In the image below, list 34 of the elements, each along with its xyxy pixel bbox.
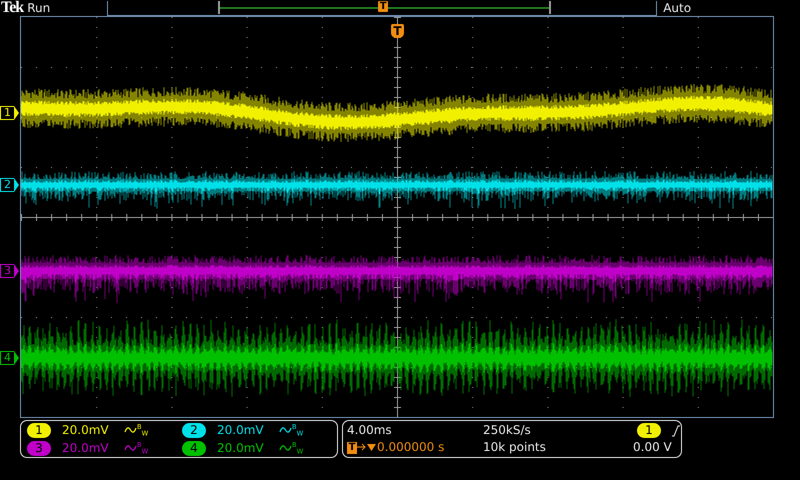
- brand-logo: Tek: [1, 0, 24, 16]
- channel-badge[interactable]: 1: [27, 422, 51, 438]
- marker-tip-icon: [14, 106, 20, 120]
- trigger-source-badge[interactable]: 1: [637, 423, 661, 438]
- sample-rate: 250kS/s: [483, 422, 532, 439]
- arrow-right-icon: [357, 443, 367, 451]
- channel-badge[interactable]: 2: [182, 422, 206, 438]
- vertical-scale: 20.0mV: [62, 423, 110, 437]
- trigger-level: 0.00 V: [632, 439, 673, 456]
- channel-marker[interactable]: 4: [0, 351, 14, 365]
- trigger-icon: T: [347, 442, 357, 454]
- trigger-mode: Auto: [663, 1, 692, 15]
- marker-tip-icon: [14, 178, 20, 192]
- vertical-scale: 20.0mV: [217, 441, 265, 455]
- marker-tip-icon: [14, 264, 20, 278]
- record-length: 10k points: [483, 439, 547, 456]
- marker-tip-icon: [14, 351, 20, 365]
- vertical-scale: 20.0mV: [62, 441, 110, 455]
- channel-badge[interactable]: 3: [27, 440, 51, 456]
- sine-wave-icon: [124, 425, 137, 435]
- trigger-position-marker: T: [391, 24, 404, 38]
- acquisition-state: Run: [27, 1, 52, 15]
- sine-wave-icon: [124, 443, 137, 453]
- channel-marker[interactable]: 2: [0, 178, 14, 192]
- sine-wave-icon: [279, 425, 292, 435]
- triangle-down-icon: [367, 443, 377, 451]
- sine-wave-icon: [279, 443, 292, 453]
- vertical-scale: 20.0mV: [217, 423, 265, 437]
- horizontal-position: 0.000000 s: [377, 440, 444, 454]
- channel-badge[interactable]: 4: [182, 440, 206, 456]
- trigger-position-marker: T: [378, 0, 388, 12]
- horizontal-scale: 4.00ms: [347, 422, 393, 439]
- channel-marker[interactable]: 3: [0, 264, 14, 278]
- channel-marker[interactable]: 1: [0, 106, 14, 120]
